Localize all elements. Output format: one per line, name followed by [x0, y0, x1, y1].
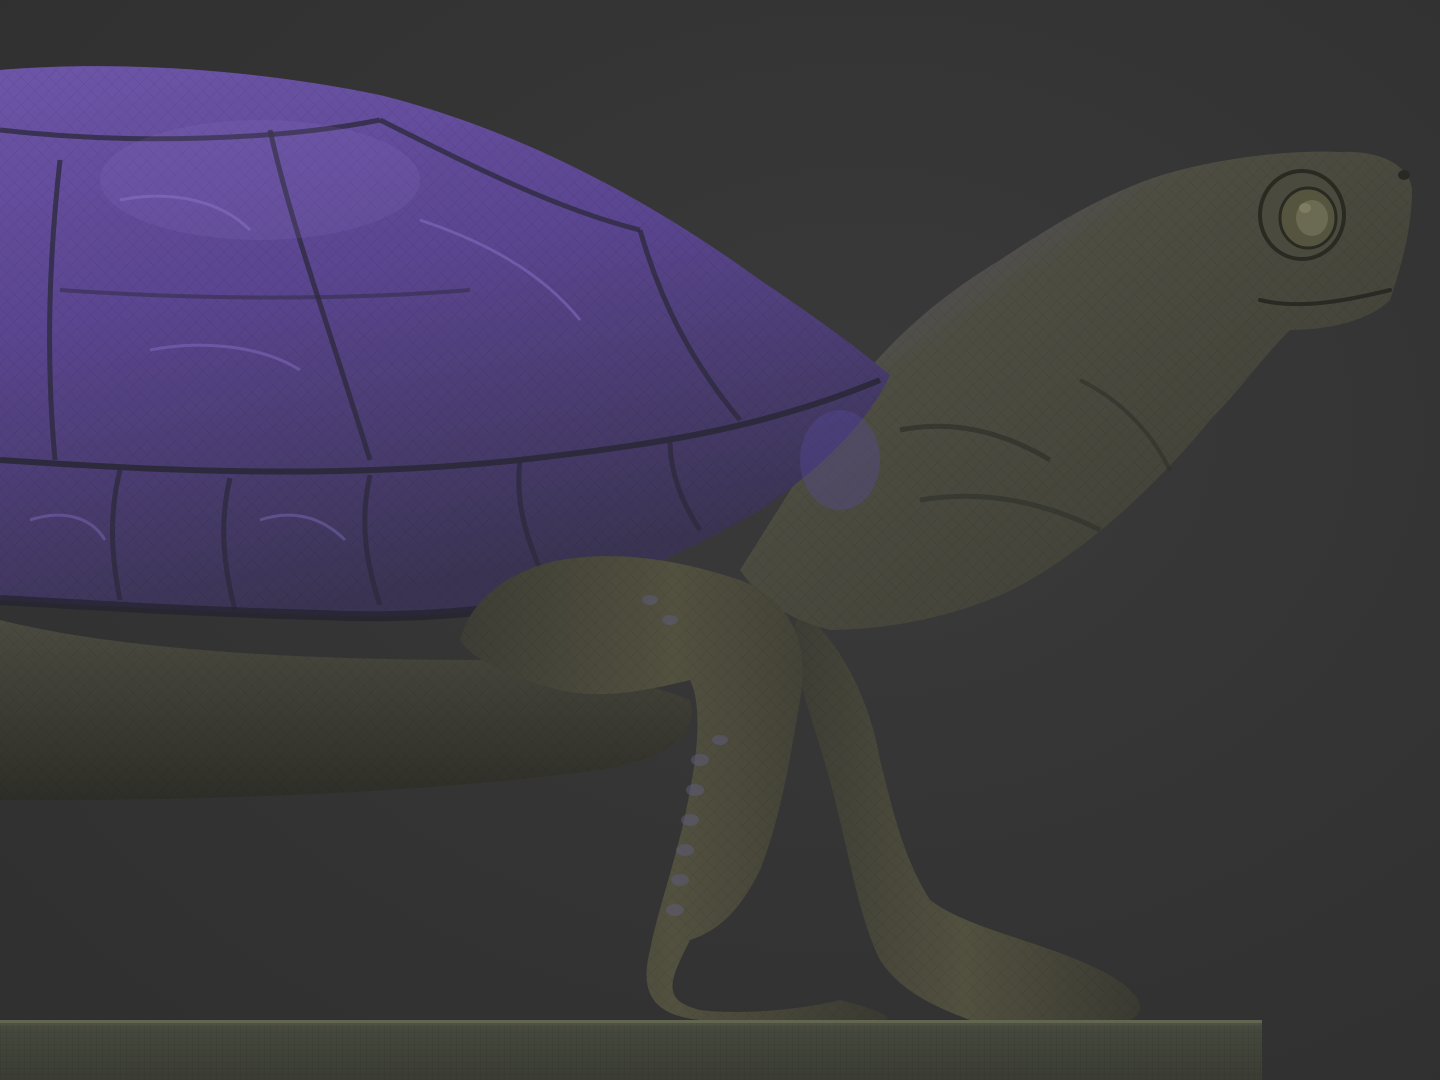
turtle-eye — [1258, 169, 1346, 261]
turtle-sculpt-render — [0, 66, 1412, 1080]
shell-highlight — [100, 120, 420, 240]
rear-far-leg — [790, 610, 1140, 1020]
viewport — [0, 0, 1440, 1080]
base-pedestal — [0, 1020, 1262, 1080]
nostril — [1398, 170, 1410, 180]
neck-shadow-highlight — [800, 410, 880, 510]
